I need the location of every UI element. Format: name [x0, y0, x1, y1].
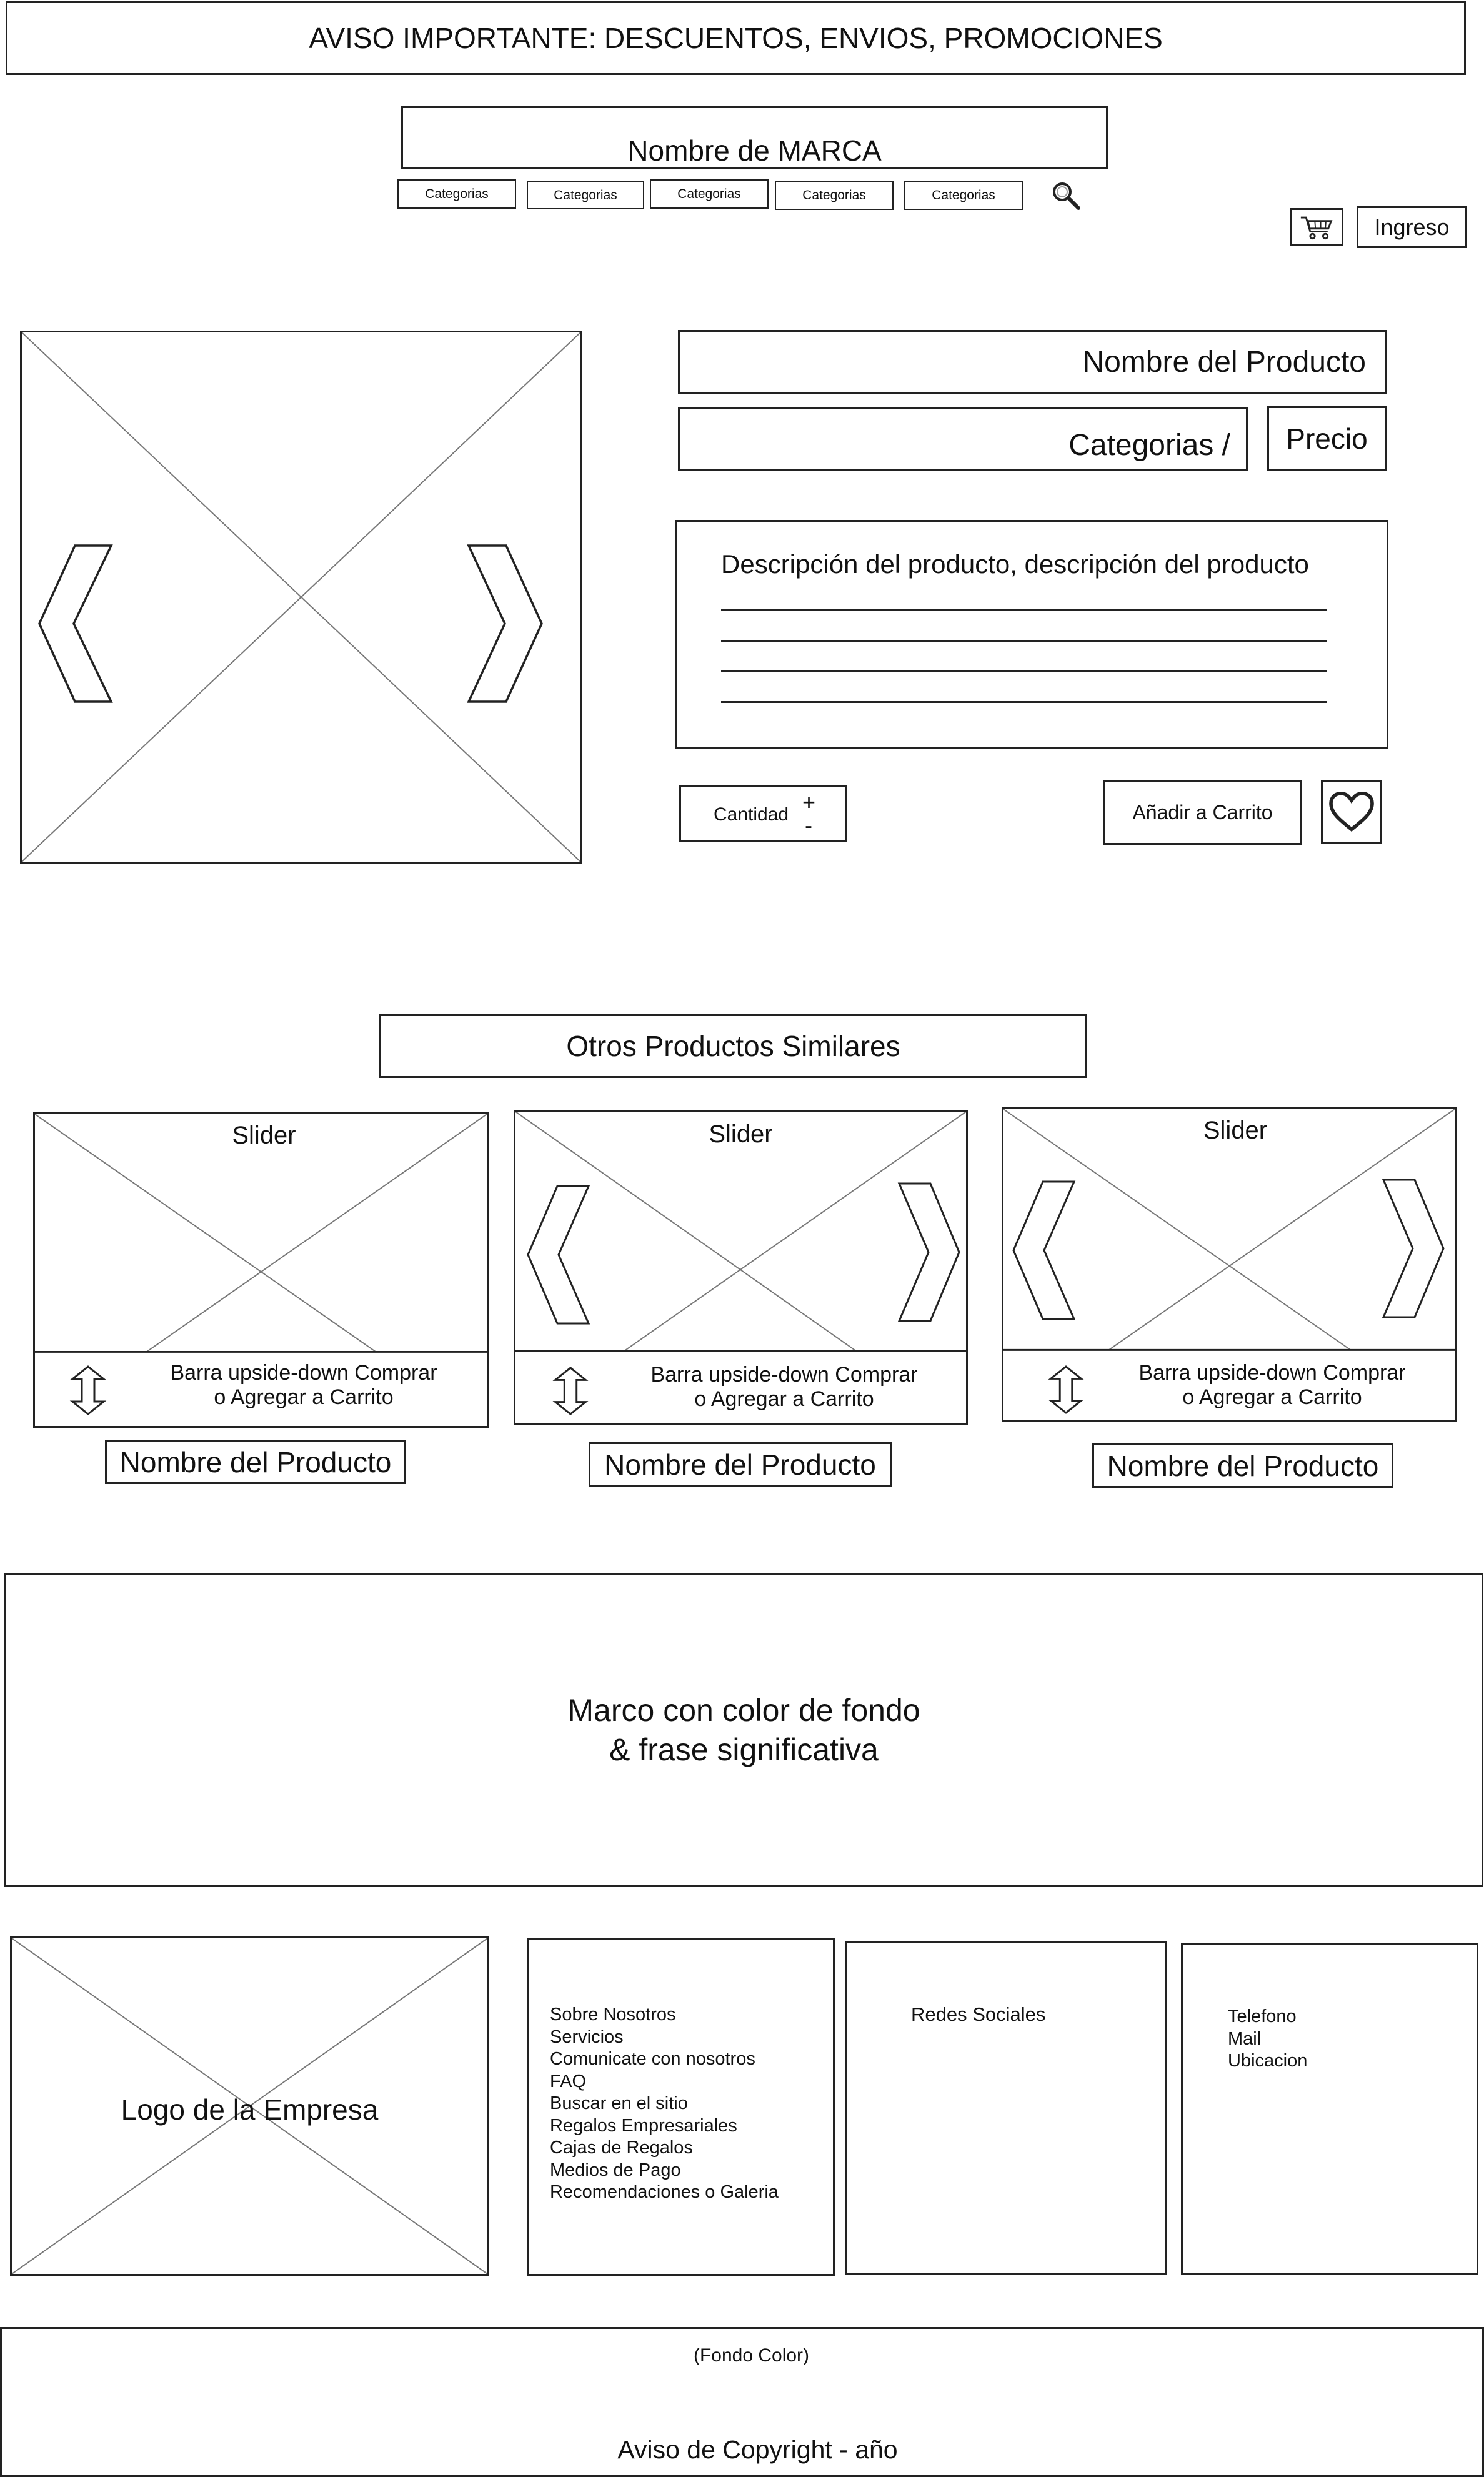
banner-line: & frase significativa: [609, 1732, 879, 1767]
contact-phone[interactable]: Telefono: [1228, 2006, 1307, 2028]
background-color-note: (Fondo Color): [693, 2345, 810, 2366]
similar-products-title: Otros Productos Similares: [566, 1030, 900, 1062]
footer-link[interactable]: Recomendaciones o Galeria: [550, 2181, 779, 2204]
login-button[interactable]: Ingreso: [1357, 206, 1467, 248]
banner-line: Marco con color de fondo: [567, 1692, 920, 1728]
cart-icon: [1300, 216, 1332, 240]
similar-products-title-box: Otros Productos Similares: [379, 1014, 1087, 1078]
up-down-arrow-icon[interactable]: [69, 1365, 107, 1415]
footer-links-panel: Sobre Nosotros Servicios Comunicate con …: [527, 1938, 835, 2276]
slider-label: Slider: [232, 1122, 296, 1149]
nav-category-5[interactable]: Categorias: [904, 181, 1023, 210]
login-label: Ingreso: [1374, 214, 1450, 240]
description-line: [721, 701, 1327, 703]
copyright-bar: (Fondo Color) Aviso de Copyright - año: [0, 2327, 1484, 2477]
product-name: Nombre del Producto: [1082, 345, 1366, 379]
buy-bar-line: o Agregar a Carrito: [694, 1387, 874, 1411]
product-price: Precio: [1286, 422, 1368, 455]
copyright-text: Aviso de Copyright - año: [617, 2435, 898, 2464]
highlight-banner: Marco con color de fondo & frase signifi…: [4, 1573, 1483, 1887]
product-description-box: Descripción del producto, descripción de…: [675, 520, 1388, 749]
nav-category-label: Categorias: [802, 188, 866, 202]
product-card-name[interactable]: Nombre del Producto: [1092, 1443, 1393, 1488]
nav-category-1[interactable]: Categorias: [397, 179, 516, 209]
announcement-text: AVISO IMPORTANTE: DESCUENTOS, ENVIOS, PR…: [309, 22, 1163, 54]
footer-social-panel: Redes Sociales: [845, 1941, 1167, 2275]
product-card[interactable]: Slider Barra upside-down Comprar o Agreg…: [514, 1110, 968, 1425]
buy-bar-line: Barra upside-down Comprar: [650, 1363, 918, 1387]
footer-link[interactable]: Sobre Nosotros: [550, 2004, 779, 2026]
contact-list: Telefono Mail Ubicacion: [1228, 2006, 1307, 2073]
product-card-name-label: Nombre del Producto: [119, 1446, 392, 1478]
nav-category-label: Categorias: [677, 186, 741, 201]
add-to-cart-label: Añadir a Carrito: [1132, 800, 1273, 824]
product-card[interactable]: Slider Barra upside-down Comprar o Agreg…: [1002, 1107, 1457, 1422]
footer-link[interactable]: Medios de Pago: [550, 2160, 779, 2182]
product-card-name-label: Nombre del Producto: [604, 1448, 876, 1481]
chevron-right-icon[interactable]: [1381, 1178, 1446, 1319]
brand-name-box[interactable]: Nombre de MARCA: [401, 106, 1108, 169]
slider-label: Slider: [1203, 1117, 1268, 1144]
buy-bar-line: o Agregar a Carrito: [214, 1385, 394, 1409]
slider-label: Slider: [709, 1120, 773, 1148]
product-card-name[interactable]: Nombre del Producto: [105, 1440, 406, 1484]
buy-bar-text: Barra upside-down Comprar o Agregar a Ca…: [609, 1363, 959, 1412]
footer-links: Sobre Nosotros Servicios Comunicate con …: [550, 2004, 779, 2204]
company-logo-label: Logo de la Empresa: [121, 2093, 379, 2126]
product-name-box: Nombre del Producto: [678, 330, 1387, 394]
chevron-left-icon[interactable]: [526, 1184, 591, 1325]
product-price-box: Precio: [1267, 406, 1387, 471]
nav-category-label: Categorias: [425, 186, 489, 201]
add-to-cart-button[interactable]: Añadir a Carrito: [1103, 780, 1302, 845]
nav-category-label: Categorias: [932, 188, 995, 202]
buy-bar-text: Barra upside-down Comprar o Agregar a Ca…: [1097, 1361, 1447, 1410]
footer-link[interactable]: Servicios: [550, 2026, 779, 2049]
cart-button[interactable]: [1290, 208, 1343, 246]
social-heading[interactable]: Redes Sociales: [911, 2003, 1045, 2026]
description-line: [721, 670, 1327, 672]
product-image-slider: [20, 331, 582, 864]
favorite-button[interactable]: [1321, 780, 1382, 844]
product-card[interactable]: Slider Barra upside-down Comprar o Agreg…: [33, 1112, 489, 1428]
description-line: [721, 640, 1327, 642]
nav-category-2[interactable]: Categorias: [527, 181, 644, 209]
footer-link[interactable]: Buscar en el sitio: [550, 2093, 779, 2115]
product-description: Descripción del producto, descripción de…: [721, 549, 1309, 579]
product-card-name-label: Nombre del Producto: [1107, 1449, 1379, 1482]
quantity-stepper[interactable]: Cantidad + -: [679, 785, 847, 842]
nav-category-4[interactable]: Categorias: [775, 181, 894, 210]
company-logo: Logo de la Empresa: [10, 1936, 489, 2276]
footer-link[interactable]: FAQ: [550, 2071, 779, 2093]
announcement-bar: AVISO IMPORTANTE: DESCUENTOS, ENVIOS, PR…: [6, 1, 1466, 75]
up-down-arrow-icon[interactable]: [552, 1367, 589, 1415]
footer-link[interactable]: Cajas de Regalos: [550, 2137, 779, 2160]
contact-location[interactable]: Ubicacion: [1228, 2050, 1307, 2073]
quantity-plus-button[interactable]: +: [802, 789, 815, 815]
brand-name: Nombre de MARCA: [627, 134, 882, 167]
chevron-left-icon[interactable]: [37, 544, 119, 706]
footer-link[interactable]: Regalos Empresariales: [550, 2115, 779, 2138]
buy-bar-line: Barra upside-down Comprar: [1138, 1361, 1406, 1385]
footer-link[interactable]: Comunicate con nosotros: [550, 2048, 779, 2071]
chevron-left-icon[interactable]: [1012, 1180, 1077, 1321]
up-down-arrow-icon[interactable]: [1047, 1365, 1085, 1414]
quantity-minus-button[interactable]: -: [805, 812, 812, 839]
product-categories: Categorias /: [1068, 428, 1230, 462]
description-line: [721, 609, 1327, 611]
product-card-name[interactable]: Nombre del Producto: [589, 1442, 892, 1487]
chevron-right-icon[interactable]: [897, 1182, 962, 1323]
buy-bar-line: o Agregar a Carrito: [1182, 1385, 1362, 1409]
nav-category-3[interactable]: Categorias: [650, 179, 769, 209]
buy-bar-text: Barra upside-down Comprar o Agregar a Ca…: [129, 1361, 479, 1410]
chevron-right-icon[interactable]: [462, 544, 544, 706]
footer-contact-panel: Telefono Mail Ubicacion: [1181, 1943, 1478, 2275]
heart-icon: [1329, 791, 1374, 832]
buy-bar-line: Barra upside-down Comprar: [170, 1361, 437, 1385]
search-icon[interactable]: [1050, 180, 1082, 212]
quantity-label: Cantidad: [714, 804, 789, 825]
contact-mail[interactable]: Mail: [1228, 2028, 1307, 2051]
product-categories-box[interactable]: Categorias /: [678, 407, 1248, 471]
nav-category-label: Categorias: [554, 187, 617, 202]
